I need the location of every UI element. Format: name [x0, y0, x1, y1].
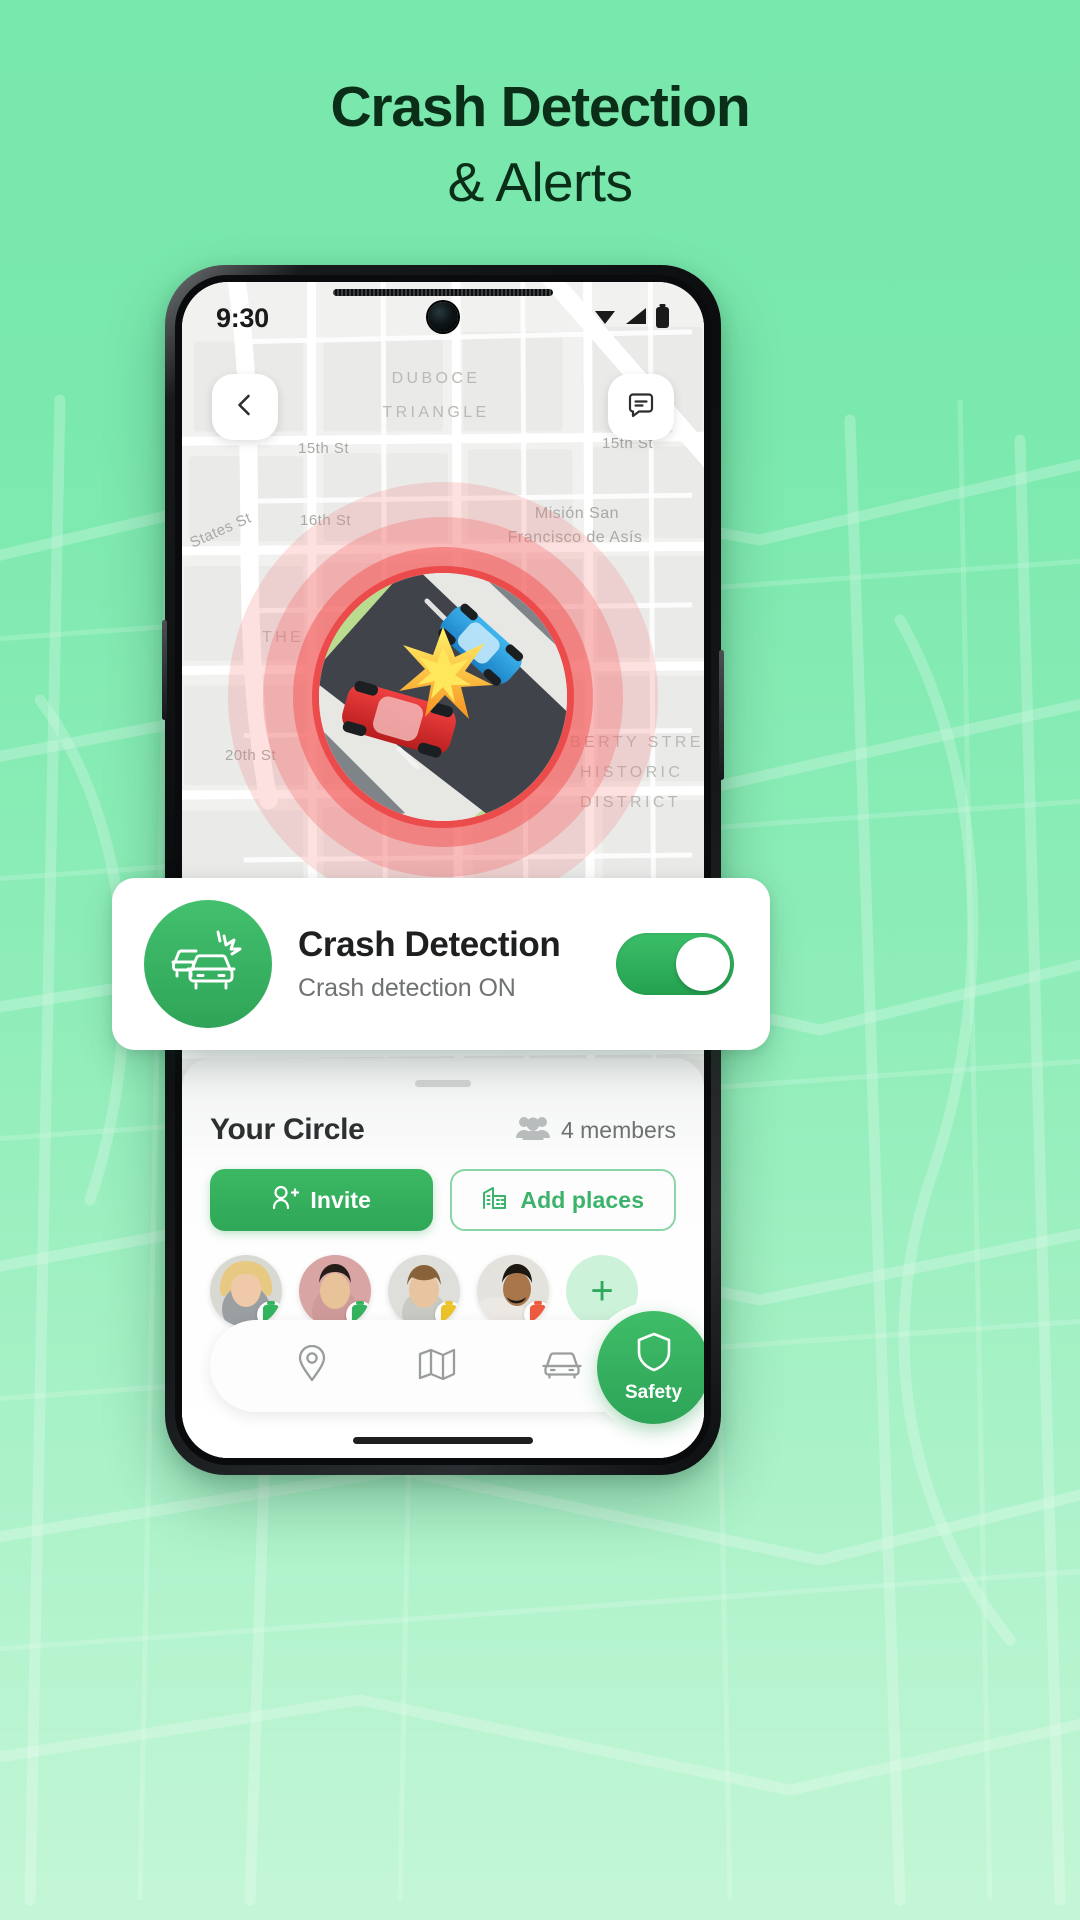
members-count: 4 members	[560, 1116, 676, 1143]
bottom-sheet[interactable]: Your Circle 4 members Invite Add places …	[182, 1058, 704, 1458]
home-indicator	[353, 1437, 533, 1444]
members-summary[interactable]: 4 members	[515, 1114, 676, 1146]
nav-item-map[interactable]	[375, 1347, 500, 1386]
crash-detection-toggle[interactable]	[616, 933, 734, 995]
add-places-button-label: Add places	[520, 1186, 645, 1213]
safety-fab-label: Safety	[624, 1382, 683, 1403]
phone-screen: DUBOCE TRIANGLE 15th St 15th St 16th St …	[182, 282, 704, 1458]
status-bar-clock: 9:30	[216, 302, 269, 333]
person-add-icon	[271, 1184, 300, 1216]
map-label-neighborhood: DUBOCE	[391, 370, 481, 387]
crash-detection-subtitle: Crash detection ON	[298, 974, 516, 1002]
sheet-grabber[interactable]	[415, 1080, 471, 1087]
location-pin-icon	[295, 1344, 329, 1388]
phone-bezel: DUBOCE TRIANGLE 15th St 15th St 16th St …	[175, 275, 711, 1465]
invite-button[interactable]: Invite	[210, 1169, 433, 1231]
circle-title: Your Circle	[210, 1113, 365, 1146]
circle-header: Your Circle 4 members	[210, 1113, 676, 1147]
cellular-signal-icon	[624, 306, 648, 331]
crash-detection-title: Crash Detection	[298, 925, 561, 964]
phone-mockup: DUBOCE TRIANGLE 15th St 15th St 16th St …	[162, 265, 724, 1475]
safety-fab-button[interactable]: Safety	[597, 1311, 704, 1424]
map-label-neighborhood-2: TRIANGLE	[382, 404, 490, 421]
circle-actions: Invite Add places	[210, 1169, 676, 1231]
shield-icon	[635, 1331, 673, 1379]
car-crash-icon	[144, 900, 272, 1028]
avatar[interactable]	[477, 1255, 549, 1327]
crash-detection-card[interactable]: Crash Detection Crash detection ON	[112, 878, 770, 1050]
status-bar-icons	[593, 303, 670, 333]
building-icon	[481, 1184, 509, 1216]
headline-line-1: Crash Detection	[330, 75, 750, 139]
chat-button[interactable]	[608, 374, 674, 440]
crash-marker[interactable]	[228, 482, 658, 912]
crash-detection-text: Crash Detection Crash detection ON	[298, 925, 590, 1003]
member-avatar-list: +	[210, 1255, 676, 1327]
power-button[interactable]	[719, 650, 724, 780]
volume-button[interactable]	[162, 620, 167, 720]
invite-button-label: Invite	[310, 1186, 372, 1213]
battery-icon	[655, 303, 670, 333]
map-label-street-15th-left: 15th St	[298, 440, 350, 457]
add-places-button[interactable]: Add places	[449, 1169, 676, 1231]
wifi-icon	[593, 306, 617, 331]
people-group-icon	[515, 1114, 550, 1146]
front-camera-icon	[428, 302, 458, 332]
avatar[interactable]	[388, 1255, 460, 1327]
back-button[interactable]	[212, 374, 278, 440]
back-chevron-icon	[232, 392, 258, 423]
car-crash-illustration	[319, 573, 567, 821]
avatar[interactable]	[210, 1255, 282, 1327]
avatar[interactable]	[299, 1255, 371, 1327]
nav-item-location[interactable]	[250, 1344, 375, 1388]
map-icon	[418, 1347, 456, 1386]
plus-icon: +	[590, 1269, 614, 1313]
toggle-knob	[676, 937, 730, 991]
car-icon	[542, 1348, 582, 1385]
page-title: Crash Detection & Alerts	[0, 75, 1080, 218]
headline-line-2: & Alerts	[447, 151, 633, 214]
chat-bubble-icon	[626, 390, 656, 425]
